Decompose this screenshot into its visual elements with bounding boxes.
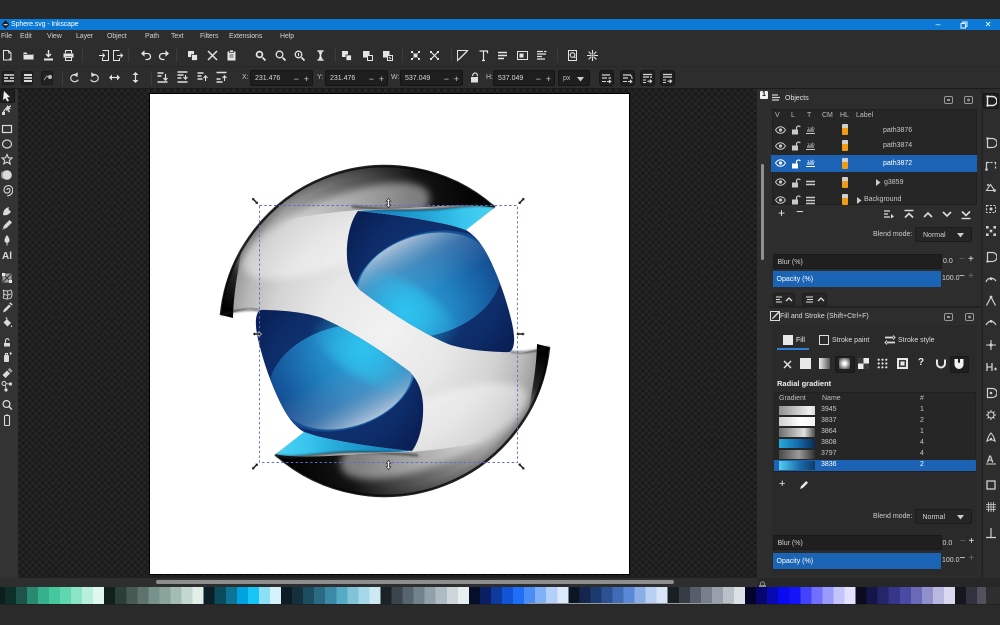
svg-text:1ab: 1ab [807, 142, 815, 147]
svg-text:1ab: 1ab [807, 126, 815, 131]
svg-text:A: A [987, 455, 994, 466]
svg-text:Al: Al [2, 251, 12, 262]
svg-text:1ab: 1ab [807, 159, 815, 164]
